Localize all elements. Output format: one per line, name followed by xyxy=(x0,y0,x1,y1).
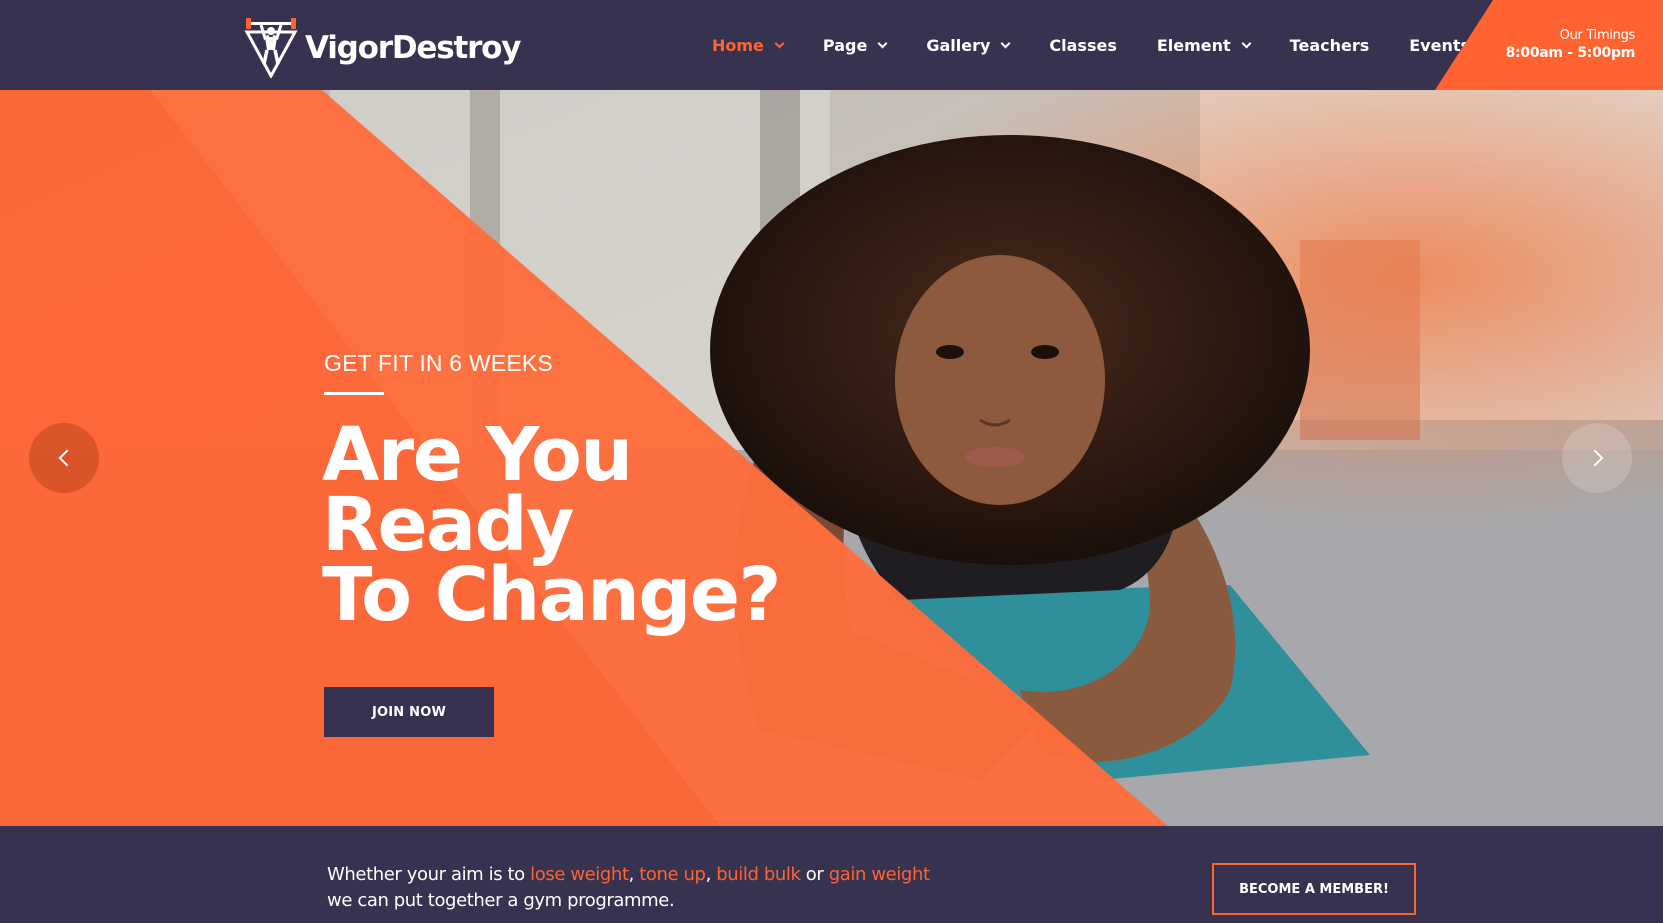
hero-title-line: Ready xyxy=(322,482,574,568)
become-member-button[interactable]: BECOME A MEMBER! xyxy=(1212,863,1416,915)
promo-text-part: or xyxy=(800,864,829,885)
timings-hours: 8:00am - 5:00pm xyxy=(1505,45,1636,61)
chevron-down-icon xyxy=(1241,38,1252,48)
hero-orange-overlay xyxy=(0,90,1168,826)
chevron-down-icon xyxy=(774,38,785,48)
slider-next-button[interactable] xyxy=(1562,423,1632,493)
brand-name: VigorDestroy xyxy=(305,30,521,66)
promo-highlight: tone up xyxy=(639,864,706,885)
weightlifter-logo-icon xyxy=(244,18,298,78)
hero-subtitle: GET FIT IN 6 WEEKS xyxy=(324,350,553,376)
hero-slider: GET FIT IN 6 WEEKS Are You Ready To Chan… xyxy=(0,90,1663,826)
nav-item-element[interactable]: Element xyxy=(1156,35,1252,55)
promo-text-part: Whether your aim is to xyxy=(327,864,531,885)
nav-item-label: Classes xyxy=(1049,35,1117,55)
chevron-down-icon xyxy=(877,38,888,48)
chevron-right-icon xyxy=(1586,449,1603,467)
nav-item-label: Home xyxy=(712,35,764,55)
hero-title-line: Are You xyxy=(322,412,633,498)
promo-text-part: we can put together a gym programme. xyxy=(327,890,675,911)
main-nav: Home Page Gallery Classes Element Teache… xyxy=(712,0,1510,90)
hero-title: Are You Ready To Change? xyxy=(322,412,781,638)
hero-title-line: To Change? xyxy=(322,552,781,638)
nav-item-gallery[interactable]: Gallery xyxy=(926,35,1011,55)
nav-item-label: Element xyxy=(1156,35,1231,55)
nav-item-teachers[interactable]: Teachers xyxy=(1290,36,1370,55)
join-now-button[interactable]: JOIN NOW xyxy=(324,687,494,737)
chevron-down-icon xyxy=(1000,38,1011,48)
site-header: VigorDestroy Home Page Gallery Classes E… xyxy=(0,0,1663,90)
nav-item-classes[interactable]: Classes xyxy=(1049,36,1116,55)
promo-text: Whether your aim is to lose weight, tone… xyxy=(327,862,930,914)
nav-item-label: Teachers xyxy=(1289,35,1370,55)
timings-label: Our Timings xyxy=(1559,28,1636,43)
nav-item-home[interactable]: Home xyxy=(712,35,785,55)
promo-highlight: build bulk xyxy=(716,864,801,885)
timings-panel: Our Timings 8:00am - 5:00pm xyxy=(1435,0,1663,90)
promo-highlight: gain weight xyxy=(828,864,930,885)
nav-item-label: Gallery xyxy=(926,35,991,55)
hero-subtitle-underline xyxy=(324,392,384,395)
membership-cta-bar: Whether your aim is to lose weight, tone… xyxy=(0,826,1663,923)
promo-highlight: lose weight xyxy=(530,864,629,885)
promo-text-part: , xyxy=(628,864,640,885)
nav-item-label: Page xyxy=(822,35,868,55)
slider-prev-button[interactable] xyxy=(29,423,99,493)
nav-item-page[interactable]: Page xyxy=(822,35,888,55)
chevron-left-icon xyxy=(58,449,75,467)
brand-logo[interactable]: VigorDestroy xyxy=(243,18,521,78)
promo-text-part: , xyxy=(705,864,717,885)
